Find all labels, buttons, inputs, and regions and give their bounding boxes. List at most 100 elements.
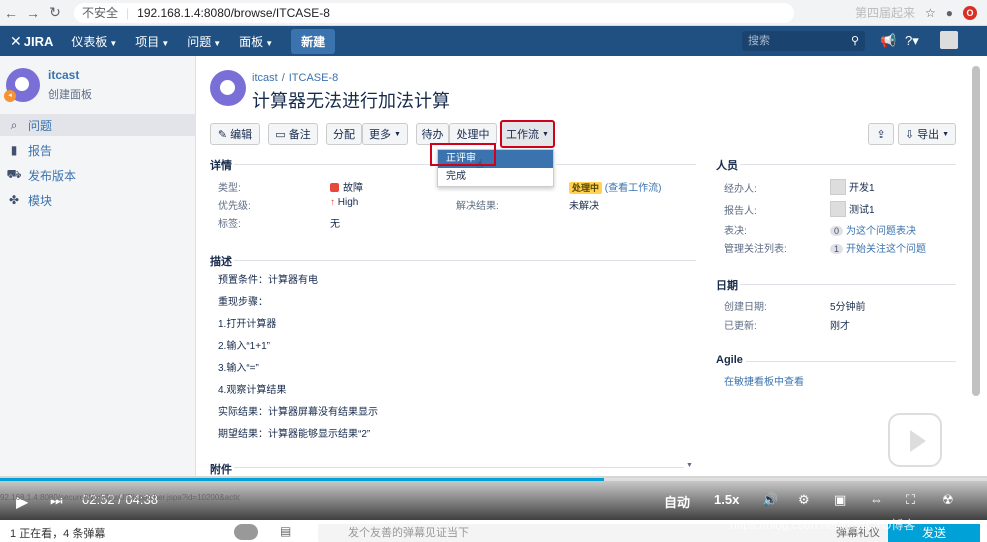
widescreen-icon[interactable]: ⇔ [870, 492, 883, 507]
forward-icon[interactable]: → [22, 5, 44, 21]
type-label: 类型: [218, 183, 241, 194]
speed-button[interactable]: 1.5x [714, 492, 739, 507]
description-line: 4.观察计算结果 [218, 385, 287, 396]
issue-title[interactable]: 计算器无法进行加法计算 [252, 87, 450, 113]
project-avatar[interactable]: ◂ [4, 68, 40, 102]
chevron-down-icon: ▼ [213, 38, 222, 48]
cursor-hand-icon: ☝ [476, 157, 484, 171]
megaphone-icon[interactable]: 📢 [880, 33, 896, 49]
workflow-option-done[interactable]: 完成 [438, 168, 553, 186]
project-sidebar: ◂ itcast 创建面板 ⌕ 问题 ▮ 报告 ⛟ 发布版本 ✤ 模块 [0, 56, 196, 476]
view-workflow-link[interactable]: (查看工作流) [605, 183, 662, 194]
description-heading: 描述 [210, 256, 232, 268]
breadcrumb-project[interactable]: itcast [252, 72, 278, 84]
project-subtitle: 创建面板 [48, 89, 92, 101]
description-line: 预置条件：计算器有电 [218, 275, 318, 286]
star-icon[interactable]: ☆ [925, 6, 936, 20]
fullscreen-icon[interactable]: ⛶ [906, 492, 915, 508]
sidebar-item-issues[interactable]: ⌕ 问题 [0, 114, 196, 136]
play-overlay-icon[interactable] [888, 413, 942, 467]
workflow-button[interactable]: 工作流 ▼ [500, 120, 555, 148]
quality-button[interactable]: 自动 [664, 492, 690, 511]
nav-boards[interactable]: 面板 ▼ [239, 33, 273, 50]
nav-projects[interactable]: 项目 ▼ [135, 33, 169, 50]
labels-value: 无 [330, 219, 340, 230]
watermark: https://blog.csdn.net/@51CTO博客 [730, 518, 916, 532]
video-progress-fill [0, 478, 605, 481]
project-name[interactable]: itcast [48, 68, 92, 82]
assignee-value[interactable]: 开发1 [830, 179, 875, 195]
resolution-value: 未解决 [569, 201, 599, 212]
chevron-down-icon: ▼ [394, 130, 401, 138]
releases-icon: ⛟ [6, 167, 22, 181]
status-value: 处理中 (查看工作流) [569, 179, 661, 194]
create-button[interactable]: 新建 [291, 28, 336, 54]
breadcrumb: itcast / ITCASE-8 [252, 72, 339, 84]
jira-logo-icon: ✕ [10, 32, 22, 49]
agile-heading: Agile [716, 354, 743, 366]
dates-heading: 日期 [716, 280, 738, 292]
jira-header: ✕ JIRA 仪表板 ▼ 项目 ▼ 问题 ▼ 面板 ▼ 新建 搜索 ⚲ 📢 ?▾ [0, 26, 987, 56]
project-header: ◂ itcast 创建面板 [4, 68, 92, 102]
danmaku-toggle[interactable] [234, 524, 258, 540]
components-icon: ✤ [8, 193, 20, 207]
reload-icon[interactable]: ↻ [44, 4, 66, 21]
resolution-label: 解决结果: [456, 201, 499, 212]
comment-button[interactable]: ▭ 备注 [268, 123, 318, 145]
chevron-down-icon: ▼ [161, 38, 170, 48]
settings-icon[interactable]: ⚙ [798, 492, 810, 508]
status-badge: 处理中 [569, 182, 603, 194]
assign-button[interactable]: 分配 [326, 123, 362, 145]
reports-icon: ▮ [10, 143, 18, 157]
votes-value: 0 为这个问题表决 [830, 222, 916, 237]
chevron-down-icon: ▼ [542, 130, 549, 138]
jira-logo[interactable]: ✕ JIRA [10, 33, 53, 50]
address-bar[interactable]: 不安全 | 192.168.1.4:8080/browse/ITCASE-8 [74, 2, 794, 23]
breadcrumb-issue-key[interactable]: ITCASE-8 [289, 72, 339, 84]
pip-icon[interactable]: ▣ [834, 492, 846, 508]
search-icon: ⚲ [850, 35, 859, 47]
extension-icon[interactable]: ● [946, 6, 953, 20]
created-label: 创建日期: [724, 302, 767, 313]
browser-toolbar: ← → ↻ 不安全 | 192.168.1.4:8080/browse/ITCA… [0, 0, 987, 26]
sidebar-item-components[interactable]: ✤ 模块 [0, 189, 196, 211]
export-button[interactable]: ⇩ 导出 ▼ [898, 123, 956, 145]
watch-link[interactable]: 开始关注这个问题 [846, 244, 926, 255]
description-line: 实际结果：计算器屏幕没有结果显示 [218, 407, 378, 418]
more-button[interactable]: 更多 ▼ [362, 123, 408, 145]
votes-count-badge: 0 [830, 226, 844, 236]
description-line: 1.打开计算器 [218, 319, 277, 330]
share-button[interactable]: ⇪ [868, 123, 894, 145]
opera-icon[interactable]: O [963, 5, 977, 20]
back-icon[interactable]: ← [0, 5, 22, 21]
volume-icon[interactable]: 🔊 [762, 492, 778, 508]
search-input[interactable]: 搜索 ⚲ [742, 31, 865, 51]
labels-label: 标签: [218, 219, 241, 230]
issue-view: itcast / ITCASE-8 计算器无法进行加法计算 ✎ 编辑 ▭ 备注 分配 更… [200, 56, 970, 476]
share-icon: ⇪ [876, 128, 886, 141]
sidebar-item-releases[interactable]: ⛟ 发布版本 [0, 164, 196, 186]
details-heading: 详情 [210, 160, 232, 172]
insecure-label: 不安全 [82, 6, 119, 20]
agile-board-link[interactable]: 在敏捷看板中查看 [724, 373, 804, 388]
updated-value: 刚才 [830, 321, 850, 332]
help-icon[interactable]: ?▾ [905, 33, 919, 49]
video-progress-bar[interactable] [0, 478, 987, 481]
overlay-text: 第四届起来 [854, 6, 915, 20]
nav-dashboards[interactable]: 仪表板 ▼ [71, 33, 117, 50]
sidebar-item-reports[interactable]: ▮ 报告 [0, 139, 196, 161]
attachments-toggle-icon[interactable]: ▼ [686, 462, 693, 469]
vote-link[interactable]: 为这个问题表决 [846, 226, 916, 237]
nav-issues[interactable]: 问题 ▼ [187, 33, 221, 50]
page-scrollbar[interactable] [972, 66, 980, 396]
web-fullscreen-icon[interactable]: ☢ [942, 492, 954, 508]
description-line: 期望结果：计算器能够显示结果“2” [218, 429, 371, 440]
user-avatar[interactable] [940, 31, 958, 49]
edit-button[interactable]: ✎ 编辑 [210, 123, 260, 145]
bug-icon [330, 183, 339, 192]
danmaku-settings-icon[interactable]: ▤ [280, 524, 291, 538]
in-progress-button[interactable]: 处理中 [449, 123, 497, 145]
todo-button[interactable]: 待办 [416, 123, 449, 145]
votes-label: 表决: [724, 226, 747, 237]
reporter-value[interactable]: 测试1 [830, 201, 875, 217]
